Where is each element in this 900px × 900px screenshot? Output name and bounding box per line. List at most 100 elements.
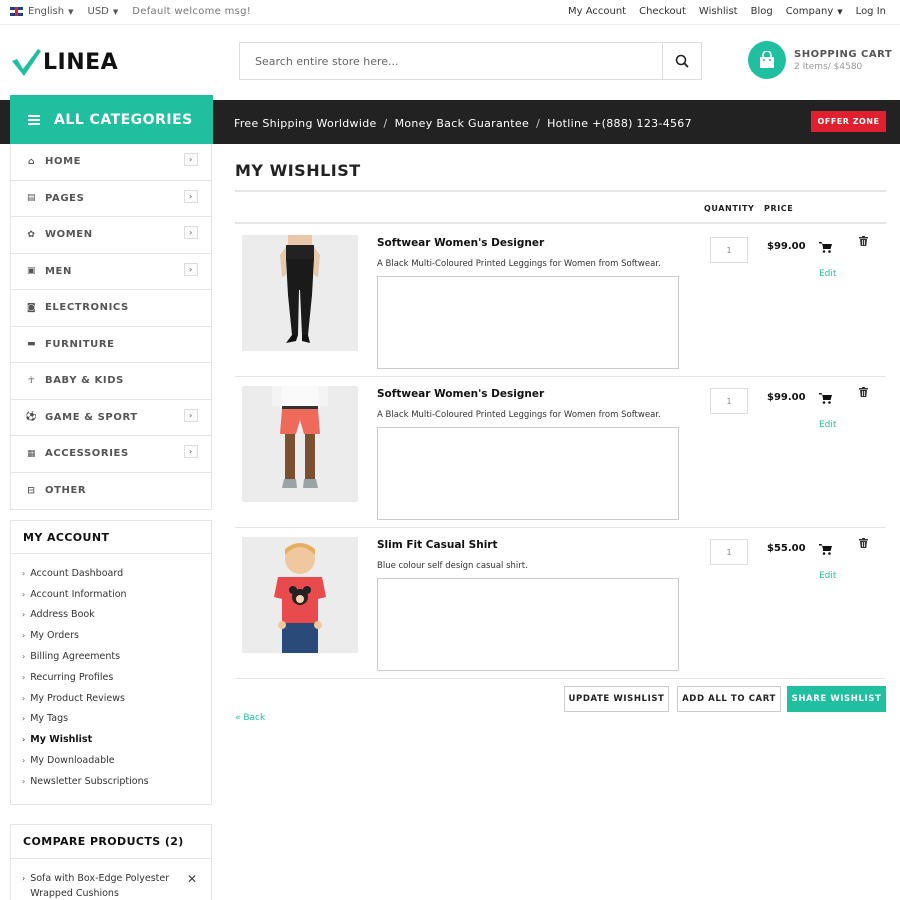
wishlist-link[interactable]: Wishlist (699, 6, 738, 17)
blog-link[interactable]: Blog (751, 6, 773, 17)
account-link[interactable]: › Account Dashboard (11, 563, 211, 584)
category-item[interactable]: ☥ BABY & KIDS (11, 363, 211, 400)
comment-textarea[interactable] (377, 427, 679, 520)
account-links: › Account Dashboard › Account Information › A… (11, 554, 211, 792)
chevron-right-icon[interactable]: › (184, 189, 198, 203)
trash-icon[interactable] (859, 538, 868, 548)
category-item[interactable]: ▬ FURNITURE (11, 327, 211, 363)
category-label: FURNITURE (45, 338, 115, 350)
wishlist-row: Slim Fit Casual Shirt Blue colour self d… (235, 528, 886, 679)
edit-link[interactable]: Edit (819, 571, 836, 581)
search-button[interactable] (662, 43, 701, 79)
account-link-label: Newsletter Subscriptions (30, 775, 149, 787)
chevron-right-icon: › (22, 652, 26, 662)
price-header: PRICE (764, 204, 794, 213)
category-item[interactable]: ▤ PAGES › (11, 181, 211, 217)
cart-title: SHOPPING CART (794, 48, 893, 60)
update-wishlist-button[interactable]: UPDATE WISHLIST (564, 686, 669, 712)
category-label: ACCESSORIES (45, 448, 129, 460)
remove-compare-icon[interactable]: ✕ (187, 872, 197, 887)
category-label: GAME & SPORT (45, 411, 138, 423)
chevron-right-icon: › (22, 874, 26, 883)
promo-strip: Free Shipping Worldwide / Money Back Gua… (234, 117, 692, 130)
product-image-shorts[interactable] (242, 386, 358, 502)
category-label: OTHER (45, 485, 87, 497)
edit-link[interactable]: Edit (819, 420, 836, 430)
category-item[interactable]: ▣ MEN › (11, 254, 211, 290)
shopping-cart[interactable]: SHOPPING CART 2 Items/ $4580 (748, 41, 892, 79)
chevron-right-icon[interactable]: › (184, 262, 198, 276)
account-link-label: Account Dashboard (30, 567, 124, 579)
back-link[interactable]: « Back (235, 713, 265, 723)
basket-icon: ⊟ (27, 485, 36, 496)
compare-item[interactable]: › Sofa with Box-Edge Polyester Wrapped C… (11, 859, 211, 900)
share-wishlist-button[interactable]: SHARE WISHLIST (787, 686, 886, 712)
product-image-leggings[interactable] (242, 235, 358, 351)
offer-zone-button[interactable]: OFFER ZONE (811, 111, 886, 132)
currency-selector[interactable]: USD ▼ (88, 6, 119, 17)
chevron-right-icon: › (22, 610, 26, 620)
add-to-cart-icon[interactable] (819, 242, 832, 253)
category-item[interactable]: ▦ ACCESSORIES › (11, 436, 211, 473)
chevron-right-icon[interactable]: › (184, 445, 198, 458)
product-description: A Black Multi-Coloured Printed Leggings … (377, 410, 661, 420)
file-icon: ▤ (26, 193, 37, 204)
category-item[interactable]: ✿ WOMEN › (11, 217, 211, 254)
chevron-right-icon: › (22, 735, 26, 745)
account-link[interactable]: › My Wishlist (11, 729, 211, 750)
cart-text: SHOPPING CART 2 Items/ $4580 (794, 49, 892, 72)
category-item[interactable]: ⊟ OTHER (11, 473, 211, 510)
quantity-input[interactable] (710, 539, 748, 565)
edit-link[interactable]: Edit (819, 269, 836, 279)
product-image-kids-shirt[interactable] (242, 537, 358, 653)
account-link[interactable]: › My Orders (11, 625, 211, 646)
chevron-right-icon[interactable]: › (184, 226, 198, 239)
category-label: MEN (45, 265, 72, 277)
account-link[interactable]: › My Downloadable (11, 750, 211, 771)
my-account-panel: MY ACCOUNT › Account Dashboard › Account In… (10, 520, 212, 805)
chevron-right-icon[interactable]: › (184, 153, 198, 166)
product-name[interactable]: Softwear Women's Designer (377, 388, 544, 400)
checkout-link[interactable]: Checkout (639, 6, 686, 17)
product-name[interactable]: Softwear Women's Designer (377, 237, 544, 249)
search-input[interactable] (240, 43, 662, 79)
account-link[interactable]: › Billing Agreements (11, 646, 211, 667)
company-menu[interactable]: Company ▼ (786, 6, 843, 17)
add-all-to-cart-button[interactable]: ADD ALL TO CART (677, 686, 781, 712)
currency-label: USD (87, 6, 109, 17)
account-link[interactable]: › Recurring Profiles (11, 667, 211, 688)
account-link[interactable]: › My Product Reviews (11, 688, 211, 709)
quantity-input[interactable] (710, 237, 748, 263)
my-account-link[interactable]: My Account (568, 6, 626, 17)
account-link[interactable]: › Newsletter Subscriptions (11, 771, 211, 792)
product-name[interactable]: Slim Fit Casual Shirt (377, 539, 498, 551)
account-link[interactable]: › Address Book (11, 605, 211, 626)
category-item[interactable]: ⚽ GAME & SPORT › (11, 400, 211, 436)
category-item[interactable]: ⌂ HOME › (11, 144, 211, 181)
trash-icon[interactable] (859, 236, 868, 246)
chevron-right-icon: › (22, 693, 26, 703)
chevron-down-icon: ▼ (837, 7, 843, 16)
product-price: $55.00 (767, 543, 806, 554)
wishlist-row: Softwear Women's Designer A Black Multi-… (235, 226, 886, 377)
add-to-cart-icon[interactable] (819, 393, 832, 404)
comment-textarea[interactable] (377, 276, 679, 369)
home-icon: ⌂ (27, 156, 36, 167)
trash-icon[interactable] (859, 387, 868, 397)
account-link[interactable]: › Account Information (11, 584, 211, 605)
logo[interactable]: LINEA (11, 47, 118, 77)
login-link[interactable]: Log In (856, 6, 886, 17)
comment-textarea[interactable] (377, 578, 679, 671)
add-to-cart-icon[interactable] (819, 544, 832, 555)
account-link-label: My Product Reviews (30, 692, 125, 704)
chevron-right-icon[interactable]: › (184, 408, 198, 422)
category-label: WOMEN (45, 229, 93, 241)
quantity-input[interactable] (710, 388, 748, 414)
camera-icon: ◙ (26, 302, 37, 313)
chevron-right-icon: › (22, 714, 26, 724)
account-link[interactable]: › My Tags (11, 709, 211, 730)
category-item[interactable]: ◙ ELECTRONICS (11, 290, 211, 327)
child-icon: ☥ (27, 375, 36, 386)
language-selector[interactable]: English ▼ (10, 6, 74, 17)
all-categories-button[interactable]: ALL CATEGORIES (10, 95, 213, 144)
